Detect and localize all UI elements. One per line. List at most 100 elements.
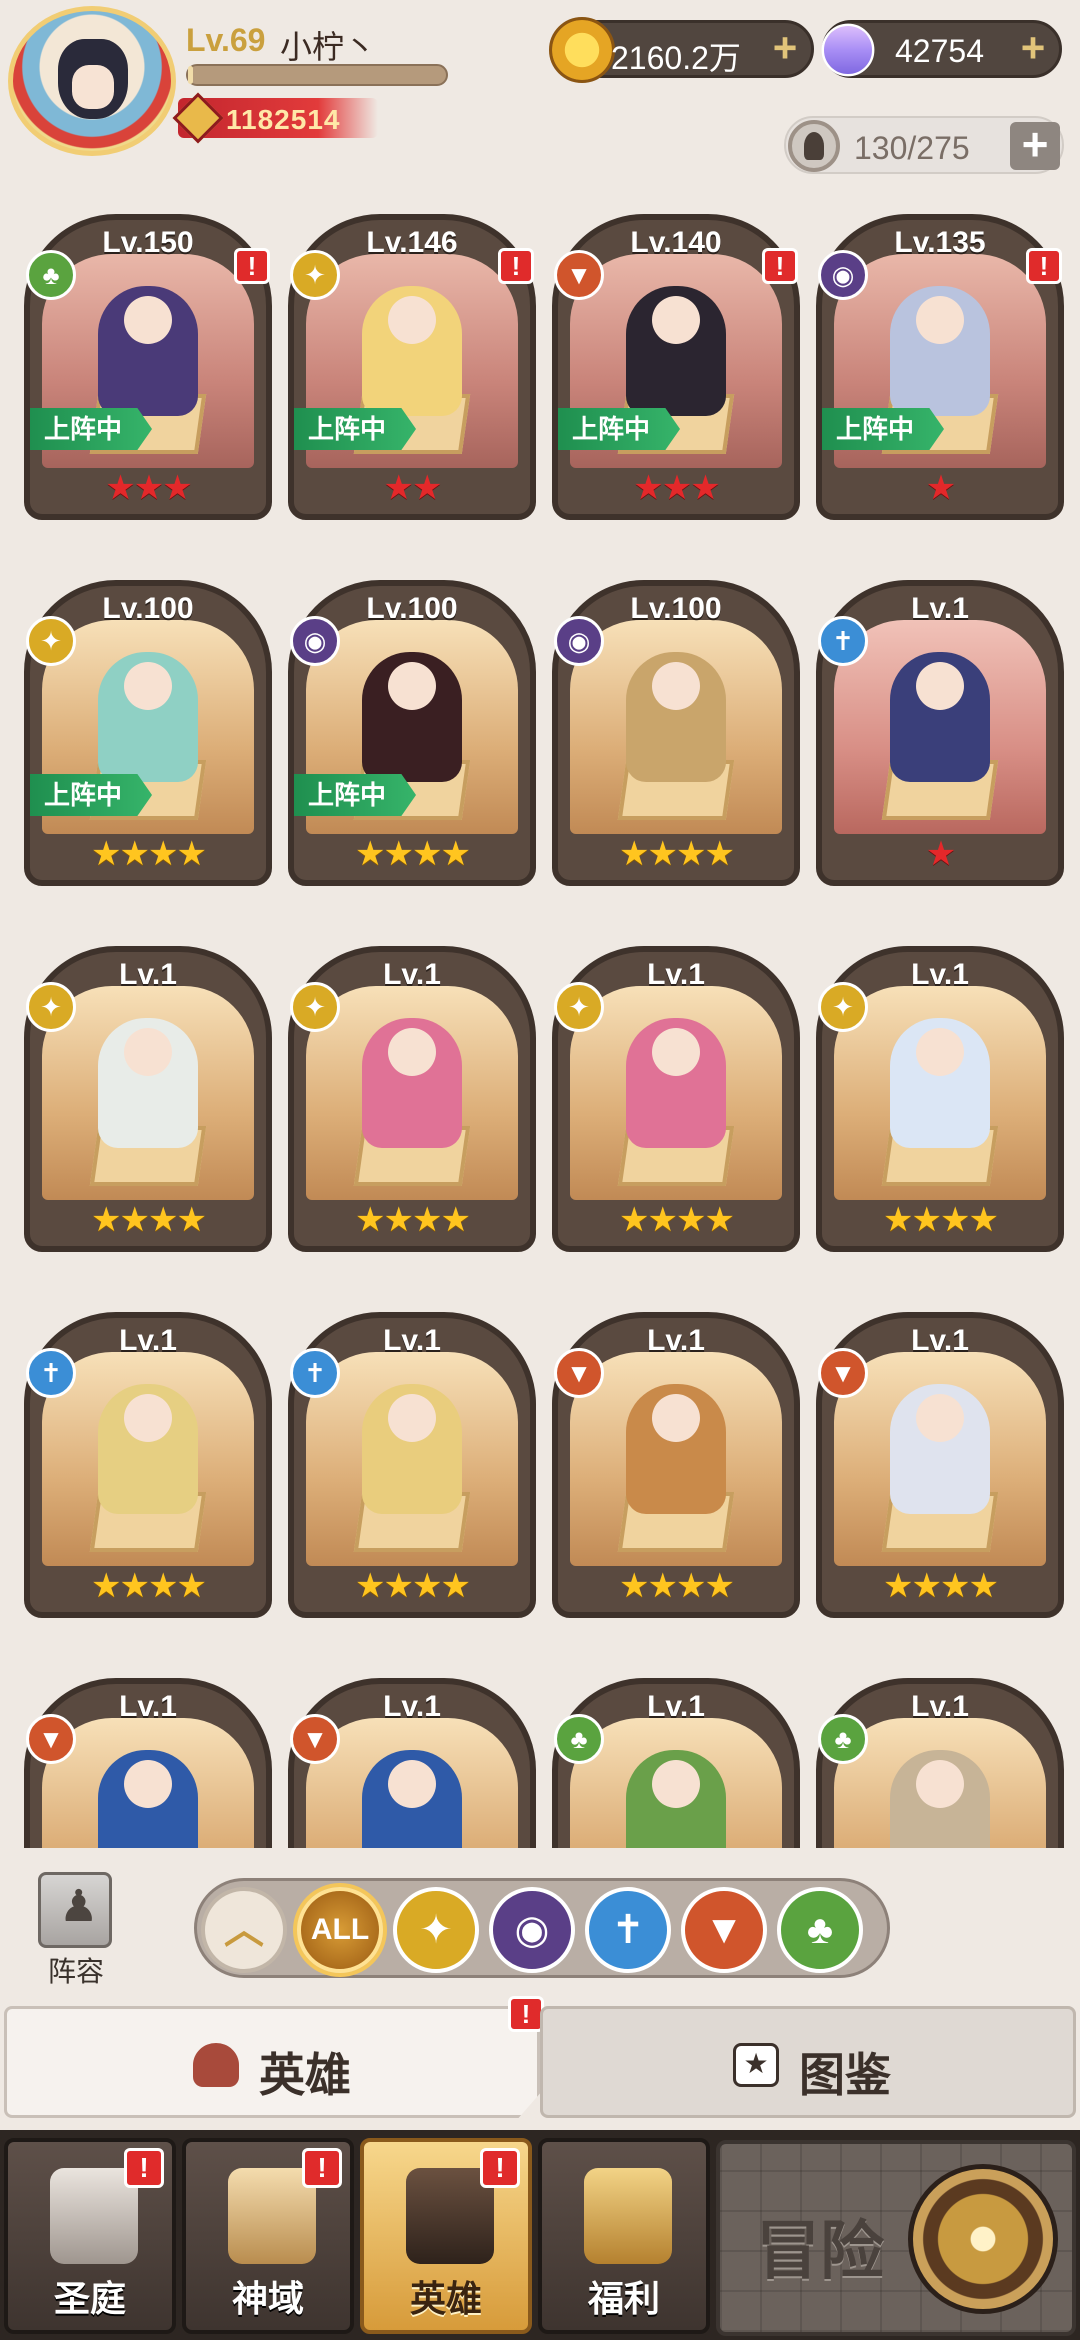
hero-sprite	[98, 1384, 198, 1514]
top-bar: Lv.69 小柠丶 1182514 2160.2万 + 42754 + 130/…	[0, 0, 1080, 210]
xp-bar	[186, 64, 448, 86]
sort-up-button[interactable]: ︿	[201, 1887, 287, 1973]
hero-sprite	[626, 1384, 726, 1514]
power-icon	[172, 92, 224, 144]
hero-stars: ★★	[383, 469, 443, 507]
hero-stars: ★★★★	[355, 835, 471, 873]
adventure-label: 冒险	[756, 2215, 884, 2287]
nav-heroes[interactable]: ! 英雄	[360, 2138, 532, 2334]
nav-divine-realm[interactable]: ! 神域	[182, 2138, 354, 2334]
star-book-icon: ★	[733, 2043, 779, 2087]
hero-stars: ★★★★	[619, 1567, 735, 1605]
nav-welfare[interactable]: 福利	[538, 2138, 710, 2334]
hero-sprite	[890, 1750, 990, 1848]
hero-card[interactable]: Lv.100 ◉ ★★★★	[552, 580, 800, 886]
faction-nature-icon: ♣	[554, 1714, 604, 1764]
hero-card[interactable]: Lv.1 ✦ ★★★★	[288, 946, 536, 1252]
faction-holy-icon: ✝	[26, 1348, 76, 1398]
nav-sanctuary-label: 圣庭	[53, 2278, 126, 2319]
deployed-tag: 上阵中	[294, 774, 417, 816]
player-name: 小柠丶	[280, 29, 377, 65]
add-gems-button[interactable]: +	[1013, 27, 1053, 69]
faction-holy-icon: ✝	[818, 616, 868, 666]
hero-alert-badge: !	[762, 248, 798, 284]
hero-card[interactable]: Lv.140 ▼! 上阵中 ★★★	[552, 214, 800, 520]
combat-power: 1182514	[172, 92, 378, 144]
faction-light-icon: ✦	[290, 982, 340, 1032]
filter-beast-icon[interactable]: ▼	[681, 1887, 767, 1973]
hero-card[interactable]: Lv.1 ✝ ★★★★	[288, 1312, 536, 1618]
filter-all-button[interactable]: ALL	[297, 1887, 383, 1973]
faction-dark-icon: ◉	[554, 616, 604, 666]
faction-beast-icon: ▼	[554, 250, 604, 300]
nav-heroes-label: 英雄	[409, 2278, 482, 2319]
hero-sprite	[98, 1018, 198, 1148]
hero-card[interactable]: Lv.1 ▼ ★★★★	[816, 1312, 1064, 1618]
filter-nature-icon[interactable]: ♣	[777, 1887, 863, 1973]
faction-nature-icon: ♣	[26, 250, 76, 300]
tab-codex[interactable]: ★ 图鉴	[540, 2006, 1076, 2118]
faction-light-icon: ✦	[26, 616, 76, 666]
tab-hero[interactable]: 英雄	[4, 2006, 540, 2118]
lineup-label: 阵容	[47, 1956, 104, 1987]
add-stamina-button[interactable]: +	[1010, 121, 1060, 170]
hero-card[interactable]: Lv.1 ♣	[816, 1678, 1064, 1848]
tab-hero-label: 英雄	[259, 2049, 351, 2101]
filter-dark-icon[interactable]: ◉	[489, 1887, 575, 1973]
hero-card[interactable]: Lv.150 ♣! 上阵中 ★★★	[24, 214, 272, 520]
faction-dark-icon: ◉	[818, 250, 868, 300]
hero-grid: Lv.150 ♣! 上阵中 ★★★ Lv.146 ✦! 上阵中 ★★ Lv.140 ▼! 上阵中 ★★…	[0, 208, 1080, 1848]
hero-card[interactable]: Lv.135 ◉! 上阵中 ★	[816, 214, 1064, 520]
hero-sprite	[362, 1750, 462, 1848]
hero-sprite	[362, 1018, 462, 1148]
add-gold-button[interactable]: +	[765, 27, 805, 69]
stamina-icon	[788, 120, 840, 172]
faction-light-icon: ✦	[554, 982, 604, 1032]
deployed-tag: 上阵中	[294, 408, 417, 450]
hero-stars: ★★★★	[355, 1201, 471, 1239]
hero-card[interactable]: Lv.1 ✦ ★★★★	[24, 946, 272, 1252]
hero-stars: ★★★★	[619, 835, 735, 873]
faction-light-icon: ✦	[290, 250, 340, 300]
stamina-value: 130/275	[854, 130, 970, 166]
hero-card[interactable]: Lv.100 ◉ 上阵中 ★★★★	[288, 580, 536, 886]
player-avatar[interactable]	[8, 6, 176, 156]
nav-sanctuary[interactable]: ! 圣庭	[4, 2138, 176, 2334]
hero-stars: ★	[925, 835, 956, 873]
faction-light-icon: ✦	[818, 982, 868, 1032]
hero-card[interactable]: Lv.1 ▼ ★★★★	[552, 1312, 800, 1618]
hero-sprite	[626, 286, 726, 416]
hero-card[interactable]: Lv.1 ✝ ★	[816, 580, 1064, 886]
hero-sprite	[362, 1384, 462, 1514]
deployed-tag: 上阵中	[30, 774, 153, 816]
filter-holy-icon[interactable]: ✝	[585, 1887, 671, 1973]
hero-card[interactable]: Lv.1 ▼	[24, 1678, 272, 1848]
hero-sprite	[98, 1750, 198, 1848]
hero-sprite	[890, 652, 990, 782]
faction-beast-icon: ▼	[26, 1714, 76, 1764]
faction-nature-icon: ♣	[818, 1714, 868, 1764]
deployed-tag: 上阵中	[30, 408, 153, 450]
hero-card[interactable]: Lv.146 ✦! 上阵中 ★★	[288, 214, 536, 520]
hero-card[interactable]: Lv.1 ✦ ★★★★	[552, 946, 800, 1252]
lineup-button[interactable]: 阵容	[26, 1872, 126, 1987]
hero-card[interactable]: Lv.100 ✦ 上阵中 ★★★★	[24, 580, 272, 886]
hero-card[interactable]: Lv.1 ✦ ★★★★	[816, 946, 1064, 1252]
hero-alert-badge: !	[1026, 248, 1062, 284]
diamond-icon	[810, 12, 886, 88]
hero-stars: ★★★★	[91, 835, 207, 873]
hero-card[interactable]: Lv.1 ♣	[552, 1678, 800, 1848]
hero-stars: ★★★★	[883, 1201, 999, 1239]
xp-bar-fill	[188, 66, 194, 84]
hero-sprite	[890, 286, 990, 416]
combat-power-value: 1182514	[226, 104, 341, 135]
filter-light-icon[interactable]: ✦	[393, 1887, 479, 1973]
hero-card[interactable]: Lv.1 ✝ ★★★★	[24, 1312, 272, 1618]
hero-stars: ★★★★	[91, 1567, 207, 1605]
adventure-button[interactable]: 冒险	[716, 2140, 1076, 2336]
hero-stars: ★★★★	[355, 1567, 471, 1605]
hero-card[interactable]: Lv.1 ▼	[288, 1678, 536, 1848]
faction-beast-icon: ▼	[554, 1348, 604, 1398]
faction-holy-icon: ✝	[290, 1348, 340, 1398]
hero-stars: ★★★	[105, 469, 192, 507]
